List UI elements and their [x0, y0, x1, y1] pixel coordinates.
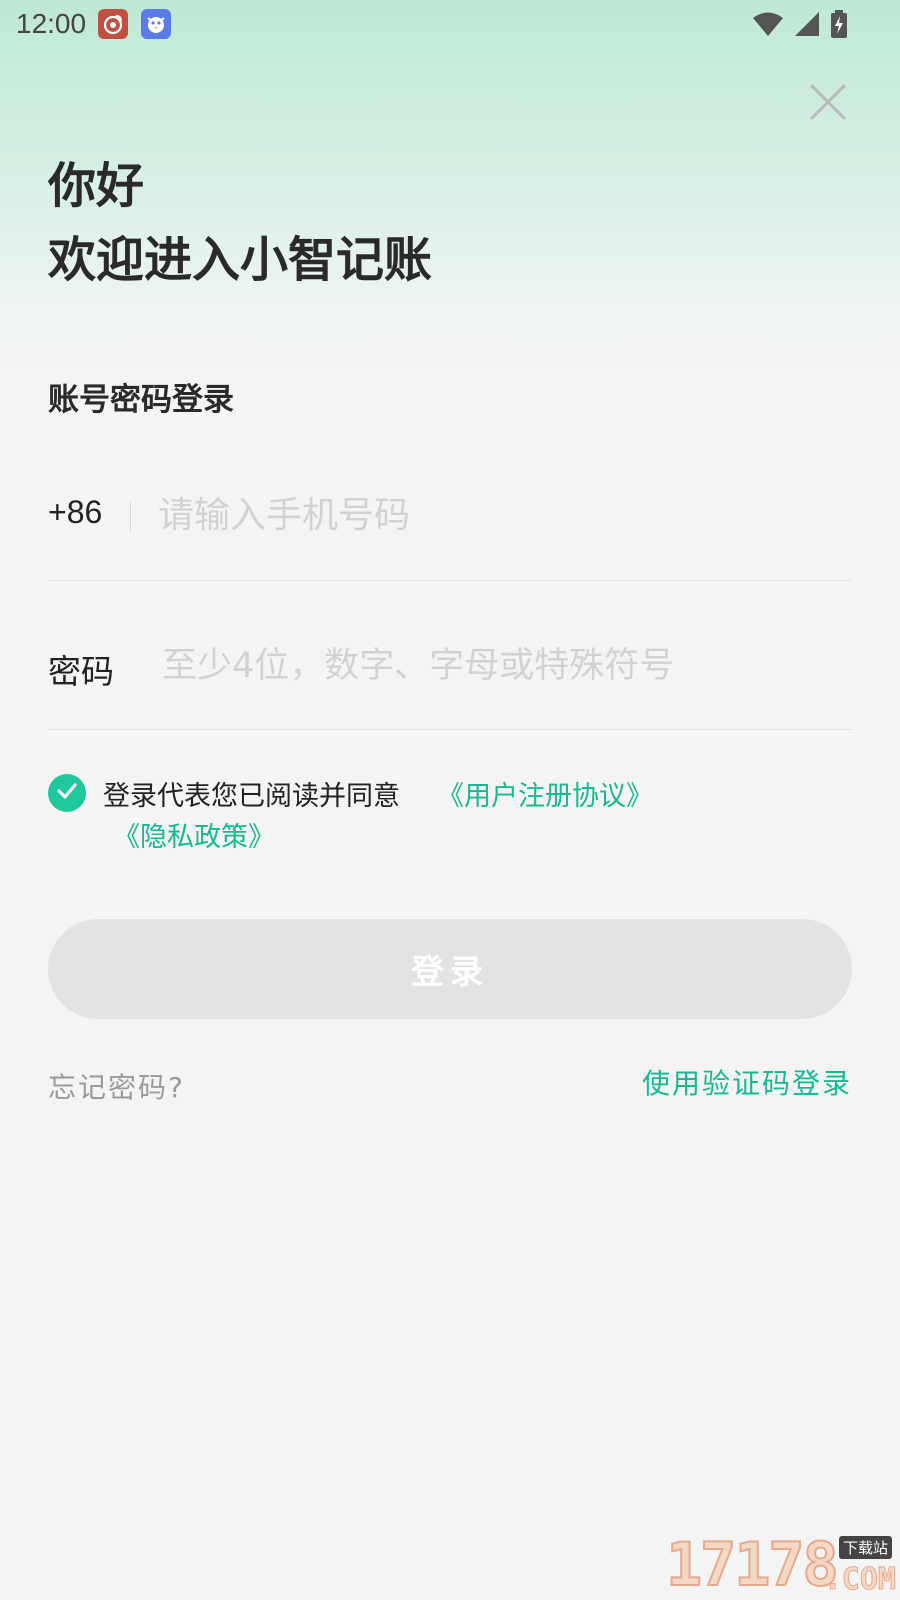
checkmark-icon — [55, 779, 79, 807]
agreement-checkbox[interactable] — [48, 774, 86, 812]
watermark-digits: 17178 — [665, 1530, 840, 1600]
phone-field-row: +86 — [48, 480, 852, 581]
country-code-divider — [130, 502, 131, 532]
bird-app-icon — [141, 9, 171, 39]
privacy-policy-link[interactable]: 《隐私政策》 — [113, 815, 275, 854]
cell-signal-icon — [794, 11, 820, 41]
battery-charging-icon — [830, 10, 848, 42]
weibo-icon — [98, 9, 128, 39]
status-bar: 12:00 — [0, 0, 900, 48]
password-input[interactable] — [160, 635, 854, 697]
login-method-title: 账号密码登录 — [48, 382, 234, 418]
close-icon — [808, 84, 848, 126]
watermark-tag: 下载站 — [838, 1536, 892, 1559]
system-icons — [752, 10, 848, 42]
site-watermark: 17178 下载站 .COM — [665, 1530, 896, 1600]
verification-code-login-link[interactable]: 使用验证码登录 — [642, 1062, 852, 1102]
wifi-icon — [752, 11, 784, 41]
password-label: 密码 — [48, 652, 114, 691]
password-field-row: 密码 — [48, 625, 854, 730]
user-agreement-link[interactable]: 《用户注册协议》 — [437, 774, 653, 813]
login-button[interactable]: 登录 — [48, 919, 852, 1019]
status-time: 12:00 — [16, 8, 87, 39]
agreement-text: 登录代表您已阅读并同意 — [103, 781, 400, 812]
welcome-title: 欢迎进入小智记账 — [48, 232, 433, 288]
phone-input[interactable] — [156, 484, 840, 546]
close-button[interactable] — [808, 82, 848, 122]
greeting-title: 你好 — [48, 158, 145, 214]
country-code[interactable]: +86 — [48, 494, 102, 531]
forgot-password-link[interactable]: 忘记密码? — [48, 1066, 185, 1106]
watermark-suffix: .COM — [823, 1562, 896, 1597]
